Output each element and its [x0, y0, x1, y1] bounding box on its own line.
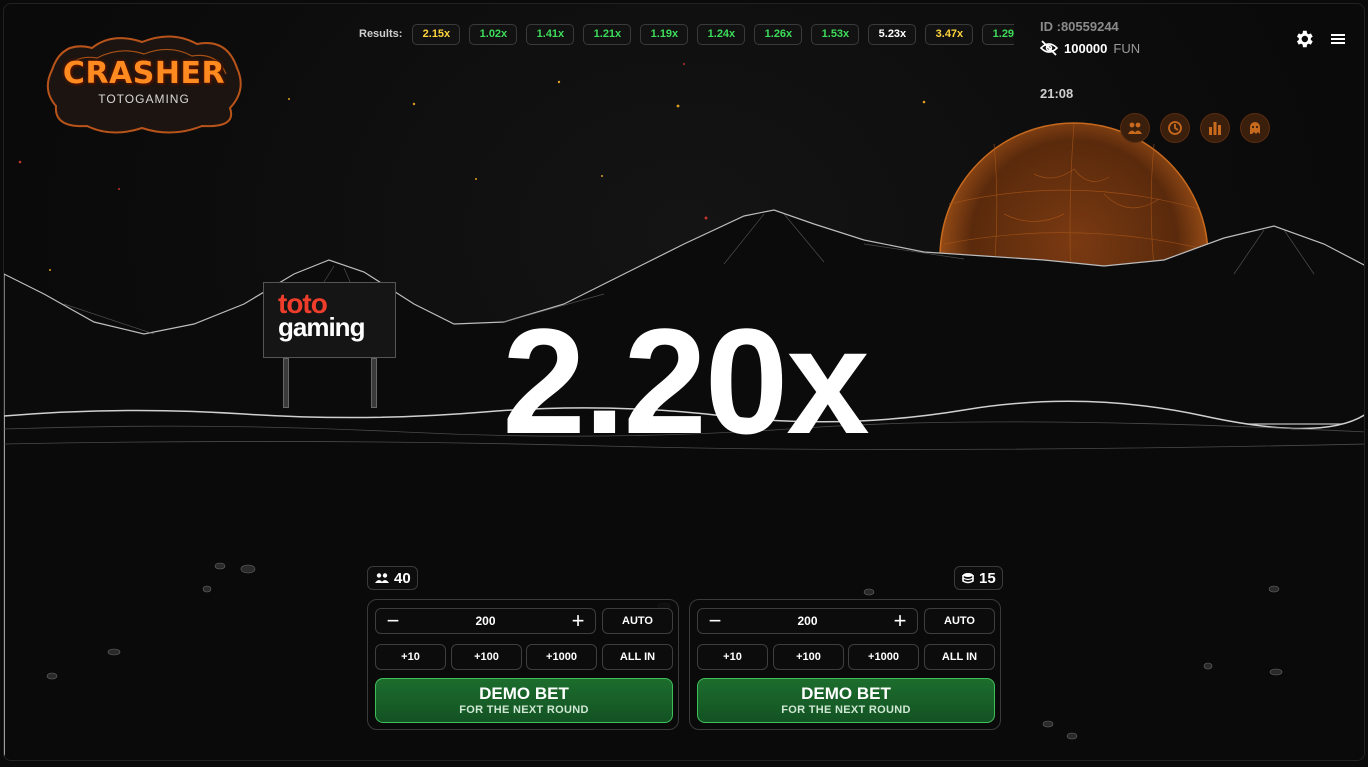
crasher-logo: CRASHER TOTOGAMING: [42, 30, 246, 134]
players-icon[interactable]: [1120, 113, 1150, 143]
all-in-button[interactable]: ALL IN: [924, 644, 995, 670]
quick-add-1000-button[interactable]: +1000: [526, 644, 597, 670]
increase-stake-button[interactable]: +: [891, 610, 909, 632]
balance-amount: 100000: [1064, 40, 1108, 56]
leaderboard-icon[interactable]: [1200, 113, 1230, 143]
totogaming-sign: toto gaming: [263, 282, 396, 358]
stake-value[interactable]: 200: [475, 614, 495, 628]
logo-subtitle: TOTOGAMING: [98, 92, 190, 106]
round-button-group: [1120, 113, 1270, 143]
auto-button[interactable]: AUTO: [924, 608, 995, 634]
support-icon[interactable]: [1240, 113, 1270, 143]
bet-panel-2: − 200 + AUTO +10 +100 +1000 ALL IN DEMO …: [689, 599, 1001, 730]
balance-currency: FUN: [1113, 40, 1141, 56]
bet-panel-1: − 200 + AUTO +10 +100 +1000 ALL IN DEMO …: [367, 599, 679, 730]
results-strip: Results: 2.15x 1.02x 1.41x 1.21x 1.19x 1…: [359, 23, 1014, 45]
stake-value[interactable]: 200: [797, 614, 817, 628]
sign-post-right: [371, 358, 377, 408]
quick-add-100-button[interactable]: +100: [451, 644, 522, 670]
balance-row: 100000 FUN: [1040, 40, 1140, 56]
increase-stake-button[interactable]: +: [569, 610, 587, 632]
result-pill[interactable]: 3.47x: [925, 23, 974, 45]
game-stage: CRASHER TOTOGAMING Results: 2.15x 1.02x …: [3, 3, 1365, 761]
logo-title: CRASHER: [62, 56, 226, 91]
menu-icon[interactable]: [1329, 30, 1347, 48]
all-in-button[interactable]: ALL IN: [602, 644, 673, 670]
quick-add-10-button[interactable]: +10: [697, 644, 768, 670]
stake-stepper: − 200 +: [697, 608, 918, 634]
current-multiplier: 2.20x: [502, 297, 869, 465]
clock: 21:08: [1040, 86, 1074, 101]
demo-bet-label: DEMO BET: [801, 684, 891, 703]
eye-off-icon[interactable]: [1040, 40, 1058, 56]
result-pill[interactable]: 5.23x: [868, 23, 917, 45]
sign-post-left: [283, 358, 289, 408]
sign-line-2: gaming: [278, 312, 365, 342]
gear-icon[interactable]: [1293, 28, 1315, 50]
players-counter: 40: [367, 566, 418, 590]
demo-bet-button[interactable]: DEMO BET FOR THE NEXT ROUND: [375, 678, 673, 723]
result-pill[interactable]: 1.21x: [583, 23, 632, 45]
players-icon: [374, 572, 390, 584]
history-icon[interactable]: [1160, 113, 1190, 143]
demo-bet-sublabel: FOR THE NEXT ROUND: [781, 704, 911, 716]
demo-bet-sublabel: FOR THE NEXT ROUND: [459, 704, 589, 716]
bets-counter: 15: [954, 566, 1003, 590]
result-pill[interactable]: 1.41x: [526, 23, 575, 45]
demo-bet-button[interactable]: DEMO BET FOR THE NEXT ROUND: [697, 678, 995, 723]
quick-add-1000-button[interactable]: +1000: [848, 644, 919, 670]
result-pill[interactable]: 1.24x: [697, 23, 746, 45]
result-pill[interactable]: 2.15x: [412, 23, 461, 45]
bets-count: 15: [979, 569, 996, 587]
players-count: 40: [394, 569, 411, 587]
stake-stepper: − 200 +: [375, 608, 596, 634]
auto-button[interactable]: AUTO: [602, 608, 673, 634]
quick-add-100-button[interactable]: +100: [773, 644, 844, 670]
coins-icon: [961, 571, 975, 585]
quick-add-10-button[interactable]: +10: [375, 644, 446, 670]
result-pill[interactable]: 1.29x: [982, 23, 1014, 45]
account-id: ID :80559244: [1040, 19, 1119, 34]
results-label: Results:: [359, 28, 403, 40]
result-pill[interactable]: 1.19x: [640, 23, 689, 45]
demo-bet-label: DEMO BET: [479, 684, 569, 703]
result-pill[interactable]: 1.53x: [811, 23, 860, 45]
result-pill[interactable]: 1.02x: [469, 23, 518, 45]
decrease-stake-button[interactable]: −: [384, 610, 402, 632]
result-pill[interactable]: 1.26x: [754, 23, 803, 45]
decrease-stake-button[interactable]: −: [706, 610, 724, 632]
